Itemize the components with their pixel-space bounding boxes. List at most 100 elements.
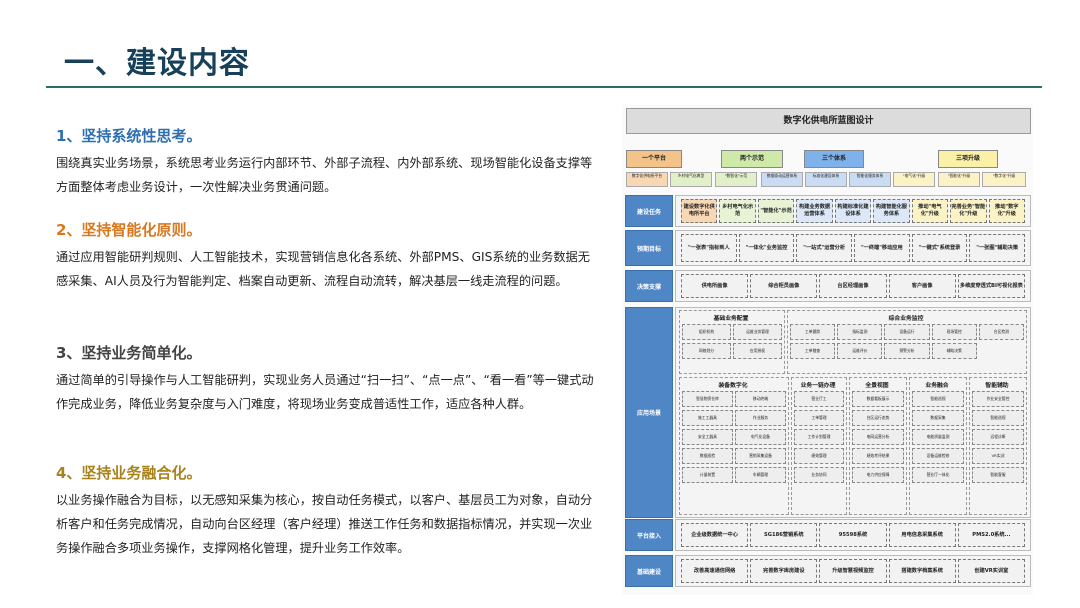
row-cell: 建设数字化供电所平台: [681, 199, 718, 223]
scene-item: 智能客服: [972, 467, 1024, 483]
row-cell: 推动"数字化"升级: [988, 199, 1025, 223]
page-title: 一、建设内容: [64, 46, 250, 81]
scene-item: 计量装置: [682, 467, 733, 483]
row-cell: 综合柜员画像: [750, 274, 818, 298]
row-cell: "一体化"业务监控: [738, 234, 795, 262]
section-heading: 1、坚持系统性思考。: [56, 127, 202, 145]
scene-item: 移动终端: [735, 391, 786, 407]
scene-item: 工作计划管理: [794, 429, 844, 445]
scene-item: 智能巡视: [912, 391, 964, 407]
scene-group-title: 业务一链办理: [800, 383, 836, 389]
section-body: 围绕真实业务场景，系统思考业务运行内部环节、外部子流程、内外部系统、现场智能化设…: [56, 156, 593, 194]
scene-item: 安全工器具: [682, 429, 733, 445]
scene-item: 运维业务管理: [733, 324, 782, 340]
row-label: 平台接入: [625, 519, 673, 551]
scene-item: 指标监测: [837, 324, 883, 340]
scene-item: 组织机构: [682, 324, 731, 340]
row-cell: "一键式"系统登录: [911, 234, 968, 262]
top-pill: 一个平台: [626, 150, 682, 168]
scene-item: 工单管理: [794, 410, 844, 426]
scene-item: 网格划分: [682, 343, 731, 359]
scene-group-title: 基础业务配置: [713, 316, 749, 322]
section-heading: 2、坚持智能化原则。: [56, 221, 202, 239]
scene-item: 应用授权: [733, 343, 782, 359]
blueprint-diagram: 数字化供电所蓝图设计 一个平台 两个示范 三个体系 三项升级 数字化供电所平台 乡村电气化…: [622, 105, 1033, 595]
section-3: 3、坚持业务简单化。 通过简单的引导操作与人工智能研判，实现业务人员通过“扫一扫…: [56, 342, 596, 416]
scene-item: 营销采集设备: [735, 448, 786, 464]
scene-group-title: 全景视图: [865, 383, 889, 389]
row-cell: 客户画像: [888, 274, 956, 298]
row-cell: 创建VR实训室: [957, 559, 1025, 583]
scene-group-title: 装备数字化: [718, 383, 748, 389]
row-cell: PMS2.0系统...: [957, 523, 1025, 547]
diagram-title: 数字化供电所蓝图设计: [626, 108, 1031, 134]
top-pill: 三个体系: [804, 150, 864, 168]
section-body: 通过简单的引导操作与人工智能研判，实现业务人员通过“扫一扫”、“点一点”、“看一…: [56, 373, 594, 411]
scene-item: 业务协同: [794, 467, 844, 483]
mini-item: 标准化建设体系: [805, 172, 847, 187]
section-heading: 4、坚持业务融合化。: [56, 464, 202, 482]
scene-item: 辅助决策: [931, 343, 977, 359]
section-4: 4、坚持业务融合化。 以业务操作融合为目标，以无感知采集为核心，按自动任务模式，…: [56, 462, 596, 560]
row-cell: 完善数字库房建设: [750, 559, 818, 583]
scene-group-title: 综合业务监控: [888, 316, 924, 322]
scene-group-title: 业务融合: [925, 383, 949, 389]
row-cell: 多维度穿透式BI可视化报表: [957, 274, 1025, 298]
scene-item: 车辆管理: [735, 467, 786, 483]
scene-item: 电气化设备: [735, 429, 786, 445]
scene-item: 台区检测: [978, 324, 1024, 340]
section-heading: 3、坚持业务简单化。: [56, 344, 202, 362]
row-label: 建设任务: [625, 195, 673, 227]
row-cell: 构建标准化建设体系: [834, 199, 872, 223]
scene-group-title: 智能辅助: [985, 383, 1009, 389]
mini-item: "电气化"升级: [893, 172, 935, 187]
mini-item: 乡村电气化典型: [670, 172, 712, 187]
mini-item: "数智化"示范: [715, 172, 757, 187]
row-cell: "一终端"移动应用: [854, 234, 910, 262]
scene-item: 智能巡视: [972, 410, 1024, 426]
section-body: 以业务操作融合为目标，以无感知采集为核心，按自动任务模式，以客户、基层员工为对象…: [56, 493, 593, 555]
scene-item: 设备运维检修: [912, 448, 964, 464]
row-cell: 推动"电气化"升级: [911, 199, 949, 223]
scene-item: 绩效考评结果: [852, 448, 904, 464]
row-label: 预期目标: [625, 230, 673, 266]
mini-item: "数字化"升级: [982, 172, 1026, 187]
row-cell: 构建智能化服务体系: [873, 199, 910, 223]
row-label: 基础建设: [625, 555, 673, 587]
row-cell: 供电所画像: [681, 274, 749, 298]
title-divider: [46, 86, 1042, 88]
top-pill: 两个示范: [721, 150, 783, 168]
scene-item: 数据看板展示: [852, 391, 904, 407]
mini-item: 数字化供电所平台: [626, 172, 668, 187]
scene-item: 工单跟踪: [790, 324, 836, 340]
row-cell: 95598系统: [819, 523, 887, 547]
scene-item: 工单稽查: [790, 343, 836, 359]
mini-item: 数据驱动运营体系: [761, 172, 803, 187]
row-cell: 乡村电气化示范: [719, 199, 756, 223]
row-cell: 构建业务数据运营体系: [796, 199, 833, 223]
row-label: 应用场景: [625, 307, 673, 518]
row-cell: "智能化"示范: [757, 199, 795, 223]
scene-item: 远程诊断: [972, 429, 1024, 445]
section-2: 2、坚持智能化原则。 通过应用智能研判规则、人工智能技术，实现营销信息化各系统、…: [56, 219, 596, 293]
scene-item: 台区运行态势: [852, 410, 904, 426]
scene-item: 预警分析: [884, 343, 930, 359]
scene-item: 运维评价: [837, 343, 883, 359]
scene-item: 数据巡检: [682, 448, 733, 464]
mini-item: 智能化服务体系: [849, 172, 891, 187]
row-cell: "一张表"指标到人: [681, 234, 737, 262]
scene-item: 数据采集: [912, 410, 964, 426]
section-1: 1、坚持系统性思考。 围绕真实业务场景，系统思考业务运行内部环节、外部子流程、内…: [56, 125, 596, 199]
row-cell: 改善高速通信网络: [681, 559, 749, 583]
row-cell: 升级智慧视频监控: [819, 559, 887, 583]
mini-item: "智能化"升级: [938, 172, 980, 187]
scene-item: 电能质量监测: [912, 429, 964, 445]
scene-item: 绩效管理: [794, 448, 844, 464]
scene-item: 营业厅工: [794, 391, 844, 407]
row-cell: "一站式"运营分析: [796, 234, 852, 262]
row-cell: 用电信息采集系统: [888, 523, 956, 547]
scene-item: 作业服务: [735, 410, 786, 426]
scene-item: 施工工器具: [682, 410, 733, 426]
scene-item: VR实训: [972, 448, 1024, 464]
scene-item: 智慧物资仓库: [682, 391, 733, 407]
